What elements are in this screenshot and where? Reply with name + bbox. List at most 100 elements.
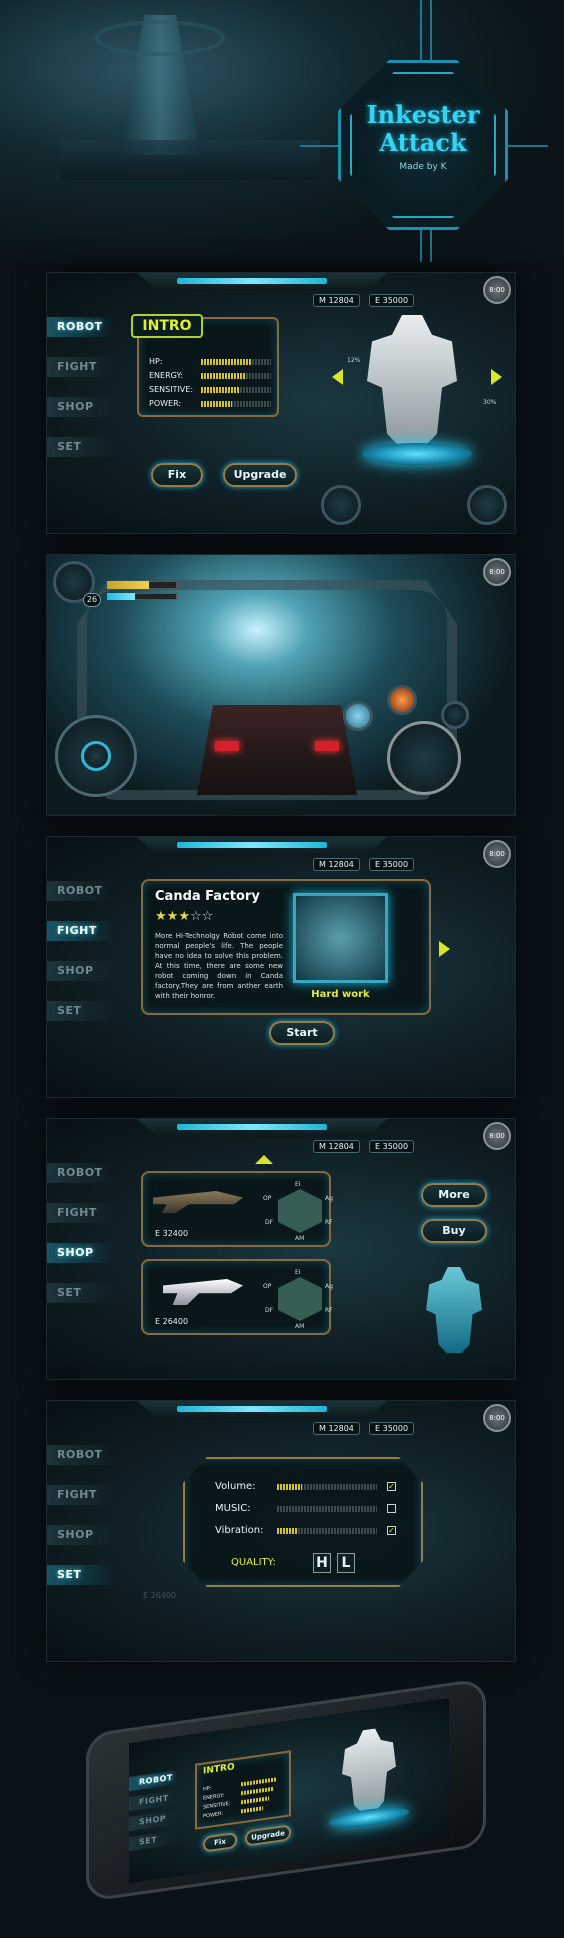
battle-screen: 26 8:00 (46, 554, 516, 816)
joystick-thumb[interactable] (81, 741, 111, 771)
mission-description: More Hi-Technolgy Robot come into normal… (155, 932, 283, 1000)
circuit-line (420, 0, 422, 60)
sidebar-item-set[interactable]: SET (47, 1283, 115, 1303)
fight-screen: M 12804 E 35000 8:00 ROBOT FIGHT SHOP SE… (46, 836, 516, 1098)
background-price: E 26400 (143, 1591, 177, 1600)
stat-label: RF (325, 1307, 333, 1314)
mock-stat-bar (241, 1777, 277, 1787)
prev-robot-arrow-icon[interactable] (332, 369, 343, 385)
next-robot-arrow-icon[interactable] (491, 369, 502, 385)
sidebar-item-fight[interactable]: FIGHT (47, 1203, 115, 1223)
mock-sidebar-shop: SHOP (129, 1810, 179, 1832)
sidebar-item-shop[interactable]: SHOP (47, 961, 115, 981)
scifi-deck-art (60, 140, 320, 180)
sidebar-item-fight[interactable]: FIGHT (47, 357, 115, 377)
music-slider-track[interactable] (277, 1506, 377, 1512)
top-energy-bar (137, 837, 387, 855)
sidebar-item-fight[interactable]: FIGHT (47, 1485, 115, 1505)
sidebar-item-shop[interactable]: SHOP (47, 1243, 115, 1263)
stat-bar-sensitive (201, 387, 239, 393)
mission-title: Canda Factory (155, 889, 260, 904)
sidebar-item-shop[interactable]: SHOP (47, 397, 115, 417)
upgrade-button[interactable]: Upgrade (223, 463, 297, 487)
intro-panel: INTRO HP: ENERGY: SENSITIVE: POWER: (131, 314, 279, 417)
e-currency: E 35000 (369, 1140, 415, 1153)
circuit-line (420, 230, 422, 262)
clock-icon: 8:00 (483, 840, 511, 868)
mock-stat-power: POWER: (203, 1810, 224, 1820)
callout-right: 30% (483, 399, 497, 406)
volume-label: Volume: (215, 1481, 256, 1492)
mock-stat-hp: HP: (203, 1785, 212, 1793)
m-currency: M 12804 (313, 1422, 360, 1435)
phone-screen: ROBOT FIGHT SHOP SET INTRO HP: ENERGY: S… (129, 1698, 449, 1884)
quality-high-button[interactable]: H (313, 1553, 331, 1573)
m-currency: M 12804 (313, 1140, 360, 1153)
e-currency: E 35000 (369, 858, 415, 871)
volume-slider[interactable] (277, 1484, 302, 1490)
weapon-card[interactable]: E 26400 EI OP Ag DF RF AM (141, 1259, 333, 1335)
volume-checkbox[interactable]: ✓ (387, 1482, 396, 1491)
start-button[interactable]: Start (269, 1021, 335, 1045)
music-checkbox[interactable] (387, 1504, 396, 1513)
fix-button[interactable]: Fix (151, 463, 203, 487)
sidebar-item-robot[interactable]: ROBOT (47, 317, 115, 337)
quality-low-button[interactable]: L (337, 1553, 355, 1573)
skill-orange-button[interactable] (387, 685, 417, 715)
sidebar-item-set[interactable]: SET (47, 1565, 115, 1585)
stat-label: RF (325, 1219, 333, 1226)
shop-screen: M 12804 E 35000 8:00 ROBOT FIGHT SHOP SE… (46, 1118, 516, 1380)
clock-icon: 8:00 (483, 558, 511, 586)
skill-blue-button[interactable] (343, 701, 373, 731)
circuit-line (508, 145, 548, 147)
m-currency: M 12804 (313, 294, 360, 307)
circuit-line (300, 145, 338, 147)
sidebar-item-fight[interactable]: FIGHT (47, 921, 115, 941)
difficulty-label: Hard work (311, 989, 370, 1000)
star-empty-icon: ☆ (189, 909, 202, 924)
sidebar-item-robot[interactable]: ROBOT (47, 1445, 115, 1465)
hp-bar (107, 581, 149, 589)
weapon-price: E 32400 (155, 1229, 189, 1238)
mock-stat-bar (241, 1806, 263, 1814)
mock-robot-model (339, 1725, 399, 1815)
circuit-line (430, 0, 432, 60)
vibration-slider[interactable] (277, 1528, 297, 1534)
more-button[interactable]: More (421, 1183, 487, 1207)
mission-preview-image (293, 893, 388, 983)
sidebar-item-set[interactable]: SET (47, 437, 115, 457)
mock-sidebar-robot: ROBOT (129, 1770, 179, 1792)
buy-button[interactable]: Buy (421, 1219, 487, 1243)
mock-sidebar-fight: FIGHT (129, 1790, 179, 1812)
skill-empty-button[interactable] (441, 701, 469, 729)
robot-screen: M 12804 E 35000 8:00 ROBOT FIGHT SHOP SE… (46, 272, 516, 534)
stat-label: EI (295, 1269, 301, 1276)
scroll-up-arrow-icon[interactable] (255, 1155, 273, 1164)
level-badge: 26 (83, 593, 101, 607)
star-icon: ★ (178, 909, 190, 924)
sidebar-item-shop[interactable]: SHOP (47, 1525, 115, 1545)
stat-label-sensitive: SENSITIVE: (149, 385, 194, 394)
scifi-ring-art (95, 20, 225, 56)
fire-button[interactable] (387, 721, 461, 795)
clock-icon: 8:00 (483, 1122, 511, 1150)
mock-stat-bar (241, 1786, 273, 1796)
vibration-checkbox[interactable]: ✓ (387, 1526, 396, 1535)
stat-label: EI (295, 1181, 301, 1188)
stat-bar-power (201, 401, 232, 407)
star-icon: ★ (166, 909, 179, 924)
sidebar-item-set[interactable]: SET (47, 1001, 115, 1021)
sidebar-item-robot[interactable]: ROBOT (47, 1163, 115, 1183)
sidebar-item-robot[interactable]: ROBOT (47, 881, 115, 901)
top-energy-bar (137, 1401, 387, 1419)
top-energy-bar (137, 273, 387, 291)
weapon-card[interactable]: E 32400 EI OP Ag DF RF AM (141, 1171, 333, 1247)
music-label: MUSIC: (215, 1503, 251, 1514)
logo-title-line1: Inkester (366, 100, 480, 129)
stat-label: DF (265, 1307, 274, 1314)
top-energy-bar (137, 1119, 387, 1137)
next-mission-arrow-icon[interactable] (439, 941, 450, 957)
stat-label: AM (295, 1235, 305, 1242)
stat-bar-energy (201, 373, 246, 379)
hero-banner: Inkester Attack Made by K (0, 0, 564, 262)
